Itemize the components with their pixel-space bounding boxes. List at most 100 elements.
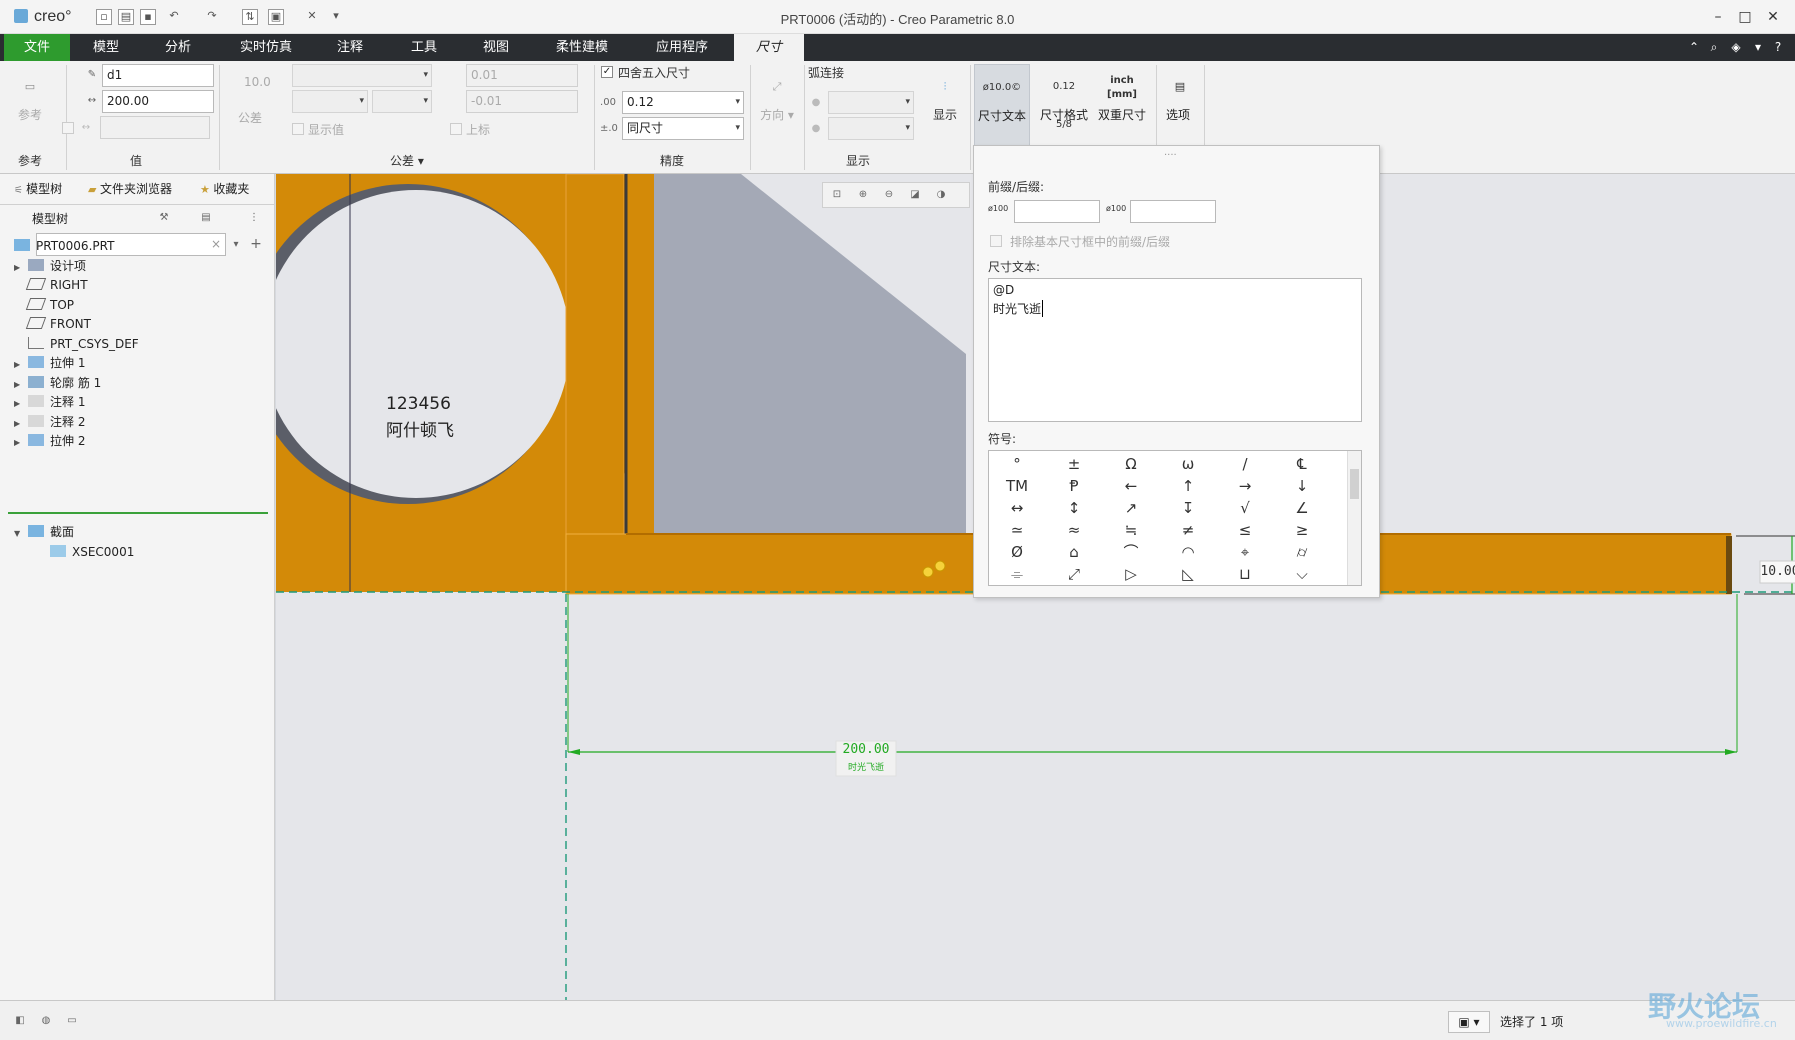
group-label-tolerance[interactable]: 公差 ▾ [390,152,424,169]
collapse-ribbon-icon[interactable]: ⌃ [1686,39,1702,55]
dropdown-icon[interactable]: ▾ [1750,39,1766,55]
symbol-button[interactable]: ⌂ [1050,541,1098,563]
tolerance-table-dropdown[interactable]: ▾ [292,64,432,87]
tree-item[interactable]: RIGHT [14,275,88,295]
symbol-button[interactable]: ↗ [1107,497,1155,519]
tolerance-decimal-dropdown[interactable]: 同尺寸 ▾ [622,117,744,140]
symbol-button[interactable]: ↓ [1278,475,1326,497]
symbol-button[interactable]: ↑ [1164,475,1212,497]
dimension-10-value[interactable]: 10.00 [1760,564,1795,579]
filter-icon[interactable]: ▣ ▾ [1448,1011,1490,1033]
show-value-checkbox[interactable] [292,123,304,135]
tab-annotate[interactable]: 注释 [324,34,376,61]
repaint-icon[interactable]: ◪ [907,187,923,203]
tree-item[interactable]: TOP [14,295,74,315]
override-value-field[interactable] [100,116,210,139]
symbol-button[interactable]: / [1221,453,1269,475]
tree-item[interactable]: ▶ 设计项 [14,256,86,276]
search-icon[interactable]: ⌕ [1706,39,1722,55]
maximize-button[interactable]: □ [1732,6,1758,28]
arc-join-dropdown-2[interactable]: ▾ [828,117,914,140]
symbol-button[interactable]: ⌯ [993,563,1041,585]
exclude-checkbox[interactable] [990,235,1002,247]
fullscreen-icon[interactable]: ▭ [64,1013,80,1029]
community-icon[interactable]: ◈ [1728,39,1744,55]
expand-arrow-icon[interactable]: ▶ [14,433,28,453]
show-navigator-icon[interactable]: ◧ [12,1013,28,1029]
tab-model-tree[interactable]: ⚟ 模型树 [14,178,62,200]
note-line-2[interactable]: 阿什顿飞 [386,416,454,441]
tab-view[interactable]: 视图 [470,34,522,61]
decimal-places-dropdown[interactable]: 0.12 ▾ [622,91,744,114]
tolerance-upper-dropdown[interactable]: ▾ [292,90,368,113]
show-button[interactable]: ⫶ 显示 [922,64,968,150]
tab-analysis[interactable]: 分析 [152,34,204,61]
tab-favorites[interactable]: ★ 收藏夹 [200,178,249,200]
symbol-button[interactable]: Ᵽ [1050,475,1098,497]
zoom-in-icon[interactable]: ⊕ [855,187,871,203]
add-icon[interactable]: + [248,236,264,252]
prefix-input[interactable] [1014,200,1100,223]
tree-item[interactable]: ▶ 注释 2 [14,412,85,432]
dimension-value-field[interactable]: 200.00 [102,90,214,113]
symbol-button[interactable]: Ω [1107,453,1155,475]
symbol-button[interactable]: ⌒ [1107,541,1155,563]
symbol-button[interactable]: ↧ [1164,497,1212,519]
symbol-button[interactable]: Ø [993,541,1041,563]
help-icon[interactable]: ? [1770,39,1786,55]
arc-join-dropdown-1[interactable]: ▾ [828,91,914,114]
symbol-button[interactable]: ⌖ [1221,541,1269,563]
section-header-row[interactable]: ▼ 截面 [14,522,74,542]
tree-item[interactable]: PRT0006.PRT [14,236,114,256]
zoom-out-icon[interactable]: ⊖ [881,187,897,203]
symbol-button[interactable]: ω [1164,453,1212,475]
upper-tolerance-field[interactable]: 0.01 [466,64,578,87]
symbol-button[interactable]: ℄ [1278,453,1326,475]
symbol-button[interactable]: ⌵ [1278,563,1326,585]
tolerance-lower-dropdown[interactable]: ▾ [372,90,432,113]
minimize-button[interactable]: – [1705,6,1731,28]
direction-button[interactable]: ⤢ 方向 ▾ [754,64,800,150]
reference-button[interactable]: ▭ 参考 [8,64,52,150]
symbol-button[interactable]: ◺ [1164,563,1212,585]
symbol-button[interactable]: ≈ [1050,519,1098,541]
symbol-button[interactable]: ↔ [993,497,1041,519]
panel-grip[interactable]: ···· [1164,150,1177,161]
view-manager-icon[interactable]: ◑ [933,187,949,203]
symbol-button[interactable]: ≃ [993,519,1041,541]
symbol-button[interactable]: ⌭ [1278,541,1326,563]
note-line-1[interactable]: 123456 [386,394,451,414]
tab-tools[interactable]: 工具 [398,34,450,61]
symbol-button[interactable]: TM [993,475,1041,497]
section-item-row[interactable]: XSEC0001 [50,542,134,562]
symbol-button[interactable]: ± [1050,453,1098,475]
superscript-checkbox[interactable] [450,123,462,135]
close-button[interactable]: ✕ [1760,6,1786,28]
symbol-button[interactable]: ≒ [1107,519,1155,541]
tab-applications[interactable]: 应用程序 [646,34,718,61]
options-button[interactable]: ▤ 选项 [1160,64,1196,150]
symbol-button[interactable]: ⊔ [1221,563,1269,585]
tab-folder-browser[interactable]: ▰ 文件夹浏览器 [88,178,172,200]
symbol-button[interactable]: ≠ [1164,519,1212,541]
suffix-input[interactable] [1130,200,1216,223]
tab-live-simulation[interactable]: 实时仿真 [226,34,306,61]
dimension-name-field[interactable]: d1 [102,64,214,87]
value-checkbox[interactable] [62,122,74,134]
symbol-button[interactable]: ∠ [1278,497,1326,519]
lower-tolerance-field[interactable]: -0.01 [466,90,578,113]
tree-item[interactable]: PRT_CSYS_DEF [14,334,139,354]
refit-icon[interactable]: ⊡ [829,187,845,203]
symbol-button[interactable]: → [1221,475,1269,497]
tree-item[interactable]: FRONT [14,314,91,334]
symbol-button[interactable]: ↕ [1050,497,1098,519]
tree-item[interactable]: ▶ 轮廓 筋 1 [14,373,101,393]
tree-columns-icon[interactable]: ▤ [198,210,214,226]
tab-dimension[interactable]: 尺寸 [734,34,804,61]
tree-item[interactable]: ▶ 拉伸 2 [14,431,85,451]
symbol-button[interactable]: ° [993,453,1041,475]
tree-item[interactable]: ▶ 注释 1 [14,392,85,412]
browser-icon[interactable]: ◍ [38,1013,54,1029]
tab-model[interactable]: 模型 [80,34,132,61]
tree-filter-icon[interactable]: ⋮ [246,210,262,226]
